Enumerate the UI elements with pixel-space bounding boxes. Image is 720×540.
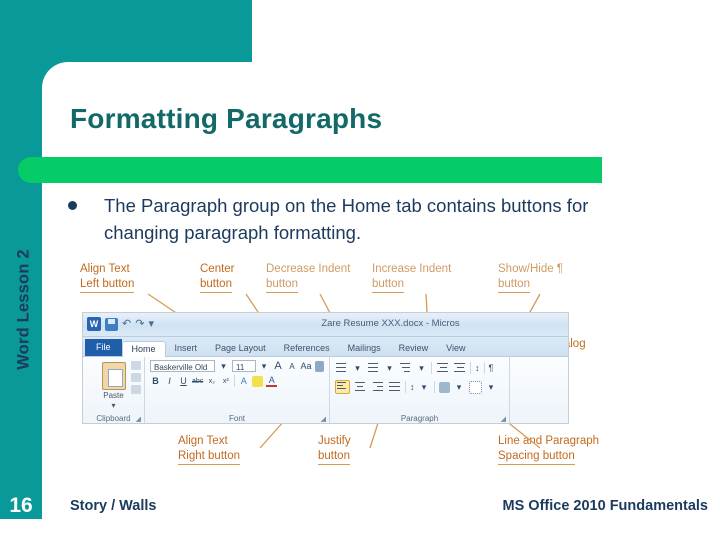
- align-text-right-button[interactable]: [371, 381, 384, 393]
- center-button[interactable]: [354, 381, 367, 393]
- word-application-screenshot: W ↶ ↷ ▾ Zare Resume XXX.docx - Micros Fi…: [82, 312, 569, 424]
- teal-rounded-corner: [42, 62, 68, 88]
- paragraph-group-label: Paragraph: [400, 414, 439, 423]
- paragraph-separator-1: [431, 362, 432, 374]
- font-color-button[interactable]: A: [266, 375, 278, 387]
- clipboard-mini-buttons[interactable]: [131, 361, 141, 394]
- change-case-button[interactable]: Aa: [301, 361, 312, 371]
- superscript-button[interactable]: x²: [220, 378, 231, 385]
- tab-review[interactable]: Review: [390, 341, 438, 356]
- slide: Word Lesson 2 16 Formatting Paragraphs T…: [0, 0, 720, 540]
- bullets-caret-icon[interactable]: ▾: [352, 363, 363, 374]
- word-document-title: Zare Resume XXX.docx - Micros: [321, 318, 460, 329]
- paragraph-separator-3: [483, 362, 485, 374]
- shading-caret-icon[interactable]: ▾: [454, 382, 465, 393]
- ribbon-group-clipboard: Paste ▾ Clipboard ◢: [83, 357, 145, 423]
- bullet-text: The Paragraph group on the Home tab cont…: [104, 195, 589, 243]
- shading-icon[interactable]: [438, 381, 450, 393]
- font-name-caret-icon[interactable]: ▾: [218, 361, 229, 372]
- multilevel-list-button[interactable]: [399, 362, 412, 374]
- highlight-color-icon[interactable]: [252, 375, 264, 387]
- font-size-caret-icon[interactable]: ▾: [259, 361, 270, 372]
- cut-icon[interactable]: [131, 361, 141, 370]
- increase-indent-button[interactable]: [453, 362, 466, 374]
- decrease-indent-button[interactable]: [436, 362, 449, 374]
- annotated-word-ribbon-figure: Align Text Left button Center button Dec…: [70, 262, 700, 472]
- borders-caret-icon[interactable]: ▾: [486, 382, 497, 393]
- italic-button[interactable]: I: [164, 376, 175, 386]
- tab-home[interactable]: Home: [121, 341, 166, 357]
- clipboard-dialog-launcher[interactable]: ◢: [136, 415, 141, 423]
- grow-font-button[interactable]: A: [273, 360, 284, 372]
- copy-icon[interactable]: [131, 373, 141, 382]
- font-separator: [234, 375, 236, 387]
- word-title-bar: W ↶ ↷ ▾ Zare Resume XXX.docx - Micros: [83, 313, 568, 337]
- line-and-paragraph-spacing-button[interactable]: ↕: [410, 382, 415, 392]
- subscript-button[interactable]: x₂: [206, 378, 217, 385]
- numbering-caret-icon[interactable]: ▾: [384, 363, 395, 374]
- paste-dropdown-caret[interactable]: ▾: [88, 401, 139, 410]
- show-hide-paragraph-button[interactable]: ¶: [489, 363, 494, 373]
- strikethrough-button[interactable]: abc: [192, 378, 203, 385]
- paragraph-separator-2: [470, 362, 471, 374]
- font-group-label: Font: [228, 414, 245, 423]
- sidebar-lesson-label: Word Lesson 2: [14, 249, 33, 370]
- annotation-center: Center button: [200, 262, 235, 293]
- numbering-button[interactable]: [367, 362, 380, 374]
- tab-file[interactable]: File: [85, 339, 122, 356]
- line-spacing-caret-icon[interactable]: ▾: [419, 382, 430, 393]
- footer-left-text: Story / Walls: [70, 498, 157, 514]
- tab-view[interactable]: View: [437, 341, 474, 356]
- bold-button[interactable]: B: [150, 376, 161, 386]
- sort-button[interactable]: ↕: [475, 363, 480, 373]
- ribbon-group-paragraph: ▾ ▾ ▾ ↕ ¶ ↕ ▾ ▾ ▾ Paragraph ◢: [330, 357, 510, 423]
- annotation-show-hide: Show/Hide ¶ button: [498, 262, 563, 293]
- justify-button[interactable]: [388, 381, 401, 393]
- tab-mailings[interactable]: Mailings: [339, 341, 390, 356]
- borders-icon[interactable]: [468, 380, 482, 394]
- align-text-left-button[interactable]: [335, 380, 350, 394]
- word-ribbon: Paste ▾ Clipboard ◢ Baskerville Old ▾ 11…: [83, 357, 568, 423]
- clear-formatting-icon[interactable]: [314, 360, 324, 372]
- format-painter-icon[interactable]: [131, 385, 141, 394]
- paragraph-separator-5: [433, 381, 435, 393]
- bullets-button[interactable]: [335, 362, 348, 374]
- bullet-list-item: The Paragraph group on the Home tab cont…: [68, 192, 668, 246]
- footer-right-text: MS Office 2010 Fundamentals: [502, 498, 708, 514]
- font-size-input[interactable]: 11: [231, 360, 256, 372]
- annotation-decrease-indent: Decrease Indent button: [266, 262, 350, 293]
- shrink-font-button[interactable]: A: [287, 362, 298, 371]
- annotation-align-text-right: Align Text Right button: [178, 434, 241, 465]
- paste-icon[interactable]: [101, 362, 126, 390]
- annotation-increase-indent: Increase Indent button: [372, 262, 451, 293]
- paragraph-dialog-launcher[interactable]: ◢: [501, 415, 506, 423]
- green-accent-bar: [18, 157, 602, 183]
- text-effects-button[interactable]: A: [238, 376, 249, 386]
- paragraph-separator-4: [405, 381, 406, 393]
- word-ribbon-tabs[interactable]: File Home Insert Page Layout References …: [83, 337, 568, 357]
- font-dialog-launcher[interactable]: ◢: [321, 415, 326, 423]
- tab-references[interactable]: References: [275, 341, 339, 356]
- annotation-align-text-left: Align Text Left button: [80, 262, 135, 293]
- tab-page-layout[interactable]: Page Layout: [206, 341, 275, 356]
- page-number: 16: [9, 494, 33, 517]
- annotation-justify: Justify button: [318, 434, 351, 465]
- annotation-line-paragraph-spacing: Line and Paragraph Spacing button: [498, 434, 599, 465]
- underline-button[interactable]: U: [178, 376, 189, 386]
- bullet-marker-icon: [68, 201, 77, 210]
- tab-insert[interactable]: Insert: [166, 341, 207, 356]
- page-title: Formatting Paragraphs: [70, 103, 383, 134]
- ribbon-group-font: Baskerville Old ▾ 11 ▾ A A Aa B I U abc: [145, 357, 330, 423]
- multilevel-caret-icon[interactable]: ▾: [416, 363, 427, 374]
- font-name-input[interactable]: Baskerville Old: [150, 360, 215, 372]
